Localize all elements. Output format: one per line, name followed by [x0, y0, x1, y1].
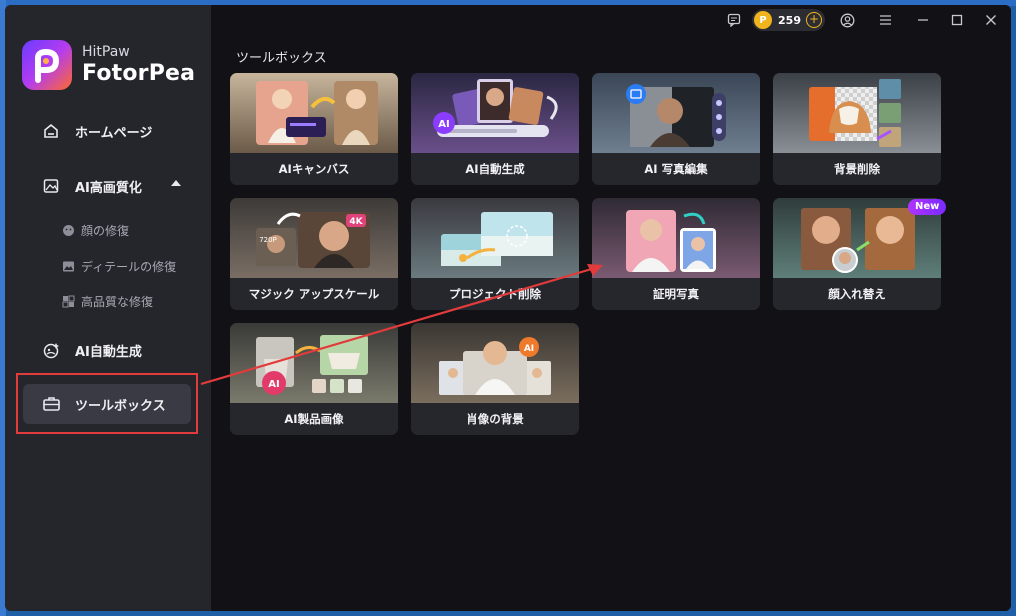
res-720p-text: 720P: [259, 236, 277, 244]
tool-card-object-remove[interactable]: プロジェクト削除: [411, 198, 579, 310]
user-account-icon[interactable]: [833, 7, 861, 33]
coin-balance[interactable]: P 259 +: [752, 9, 825, 31]
object-remove-thumbnail: [411, 198, 579, 278]
sidebar: HitPaw FotorPea ホームページ AI高画質化 顔の修復 ディテール…: [5, 5, 211, 611]
remove-background-thumbnail: [773, 73, 941, 153]
magic-image-icon: [41, 340, 61, 360]
tool-card-label: プロジェクト削除: [411, 278, 579, 310]
tool-card-label: 証明写真: [592, 278, 760, 310]
brand-big-text: FotorPea: [82, 61, 196, 86]
ai-badge-text: AI: [438, 119, 449, 130]
app-logo: HitPaw FotorPea: [22, 40, 195, 90]
home-icon: [41, 121, 61, 141]
ai-product-image-thumbnail: AI: [230, 323, 398, 403]
portrait-background-thumbnail: AI: [411, 323, 579, 403]
section-title: ツールボックス: [236, 51, 327, 66]
caret-up-icon[interactable]: [171, 180, 181, 186]
tool-card-label: AI 写真編集: [592, 153, 760, 185]
sub-label-quality: 高品質な修復: [81, 295, 154, 309]
brand-small-text: HitPaw: [82, 44, 130, 60]
ai-badge-text: AI: [268, 379, 279, 390]
sub-label-detail: ディテールの修復: [81, 260, 177, 274]
ai-canvas-thumbnail: [230, 73, 398, 153]
tool-card-label: マジック アップスケール: [230, 278, 398, 310]
tool-card-ai-canvas[interactable]: AIキャンバス: [230, 73, 398, 185]
tool-card-remove-background[interactable]: 背景削除: [773, 73, 941, 185]
tool-card-magic-upscale[interactable]: 4K 720P マジック アップスケール: [230, 198, 398, 310]
ai-photo-edit-thumbnail: [592, 73, 760, 153]
tool-card-label: 背景削除: [773, 153, 941, 185]
fotorpea-logo-icon: [22, 40, 72, 90]
sub-label-face: 顔の修復: [81, 224, 130, 238]
maximize-icon[interactable]: [943, 7, 971, 33]
ai-badge-text: AI: [524, 344, 534, 354]
nav-item-ai-generate[interactable]: AI自動生成: [23, 330, 191, 370]
nav-label-ai-enhance: AI高画質化: [75, 180, 142, 196]
add-coins-button[interactable]: +: [806, 12, 822, 28]
feedback-icon[interactable]: [720, 7, 748, 33]
tool-card-label: 顔入れ替え: [773, 278, 941, 310]
annotation-highlight-box: [16, 373, 198, 434]
minimize-icon[interactable]: [909, 7, 937, 33]
app-window: HitPaw FotorPea ホームページ AI高画質化 顔の修復 ディテール…: [5, 5, 1011, 611]
close-icon[interactable]: [977, 7, 1005, 33]
sub-item-detail[interactable]: ディテールの修復: [61, 258, 176, 275]
nav-item-ai-enhance[interactable]: AI高画質化: [23, 166, 191, 206]
tool-card-ai-generate[interactable]: AI AI自動生成: [411, 73, 579, 185]
nav-label-ai-generate: AI自動生成: [75, 344, 142, 360]
coin-icon: P: [754, 11, 773, 29]
magic-upscale-thumbnail: 4K 720P: [230, 198, 398, 278]
ai-generate-thumbnail: AI: [411, 73, 579, 153]
sub-item-quality[interactable]: 高品質な修復: [61, 293, 153, 310]
image-sparkle-icon: [61, 260, 75, 274]
new-badge: New: [908, 199, 947, 215]
tool-card-label: AI製品画像: [230, 403, 398, 435]
coin-count: 259: [778, 13, 801, 27]
image-ai-icon: [41, 176, 61, 196]
nav-label-home: ホームページ: [75, 125, 153, 141]
tool-card-label: AI自動生成: [411, 153, 579, 185]
tool-card-ai-product-image[interactable]: AI AI製品画像: [230, 323, 398, 435]
nav-item-home[interactable]: ホームページ: [23, 111, 191, 151]
tool-card-label: 肖像の背景: [411, 403, 579, 435]
res-4k-text: 4K: [349, 217, 363, 227]
grid-icon: [61, 295, 75, 309]
id-photo-thumbnail: [592, 198, 760, 278]
tool-card-label: AIキャンバス: [230, 153, 398, 185]
sub-item-face[interactable]: 顔の修復: [61, 222, 129, 239]
face-icon: [61, 224, 75, 238]
main-content: P 259 + ツールボックス AIキャンバス AI AI自動生成 AI 写真編…: [211, 5, 1011, 611]
tool-card-portrait-background[interactable]: AI 肖像の背景: [411, 323, 579, 435]
tool-card-ai-photo-edit[interactable]: AI 写真編集: [592, 73, 760, 185]
title-bar: P 259 +: [720, 5, 1011, 35]
tool-card-id-photo[interactable]: 証明写真: [592, 198, 760, 310]
menu-icon[interactable]: [871, 7, 899, 33]
